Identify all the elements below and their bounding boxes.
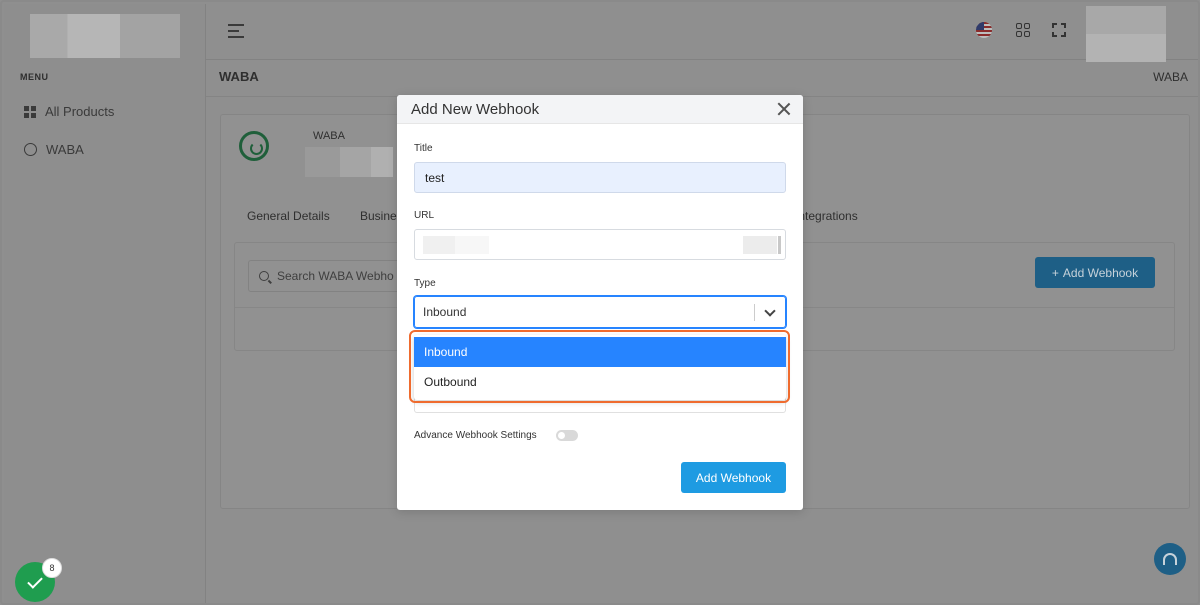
- type-select[interactable]: Inbound: [414, 296, 786, 328]
- plus-icon: +: [1051, 265, 1059, 280]
- type-select-value: Inbound: [423, 305, 467, 319]
- add-webhook-modal: Add New Webhook Title test URL Type Inbo…: [397, 95, 803, 510]
- page-title: WABA: [219, 69, 259, 84]
- menu-label: MENU: [20, 72, 49, 82]
- whatsapp-icon: [24, 143, 37, 156]
- user-avatar[interactable]: [1086, 6, 1166, 62]
- headset-icon[interactable]: [1154, 543, 1186, 575]
- title-input[interactable]: test: [414, 162, 786, 193]
- url-input[interactable]: [414, 229, 786, 260]
- us-flag-icon[interactable]: [976, 22, 992, 38]
- title-label: Title: [414, 143, 433, 154]
- modal-header: Add New Webhook: [397, 95, 803, 124]
- advance-settings-label: Advance Webhook Settings: [414, 430, 537, 441]
- modal-title: Add New Webhook: [411, 101, 540, 118]
- grid-icon: [24, 105, 36, 118]
- advance-settings-toggle[interactable]: [556, 430, 578, 441]
- sidebar: MENU All Products WABA: [4, 4, 206, 603]
- whatsapp-icon: [239, 131, 269, 161]
- add-webhook-button[interactable]: + Add Webhook: [1035, 257, 1155, 288]
- redacted-text: [743, 236, 781, 254]
- fullscreen-icon[interactable]: [1052, 23, 1066, 37]
- top-bar: [206, 4, 1198, 62]
- highlight-annotation: [409, 330, 790, 403]
- tab-integrations[interactable]: Integrations: [795, 209, 858, 223]
- type-label: Type: [414, 278, 436, 289]
- sidebar-item-label: All Products: [45, 104, 115, 119]
- add-webhook-label: Add Webhook: [1062, 265, 1139, 280]
- breadcrumb: WABA: [1153, 70, 1188, 84]
- search-placeholder: Search WABA Webho: [277, 269, 394, 283]
- add-webhook-submit-button[interactable]: Add Webhook: [681, 462, 786, 493]
- menu-icon[interactable]: [228, 24, 246, 42]
- waba-number: [305, 147, 393, 177]
- redacted-text: [423, 236, 455, 254]
- logo: [30, 14, 180, 58]
- sidebar-item-all-products[interactable]: All Products: [24, 104, 114, 119]
- chevron-down-icon[interactable]: [764, 305, 776, 317]
- tab-general-details[interactable]: General Details: [247, 209, 330, 223]
- redacted-text: [455, 236, 489, 254]
- search-icon: [259, 271, 269, 281]
- page-header: WABA WABA: [206, 61, 1198, 97]
- sidebar-item-label: WABA: [46, 142, 84, 157]
- apps-icon[interactable]: [1016, 23, 1030, 37]
- sidebar-item-waba[interactable]: WABA: [24, 142, 84, 157]
- waba-name: WABA: [313, 130, 345, 142]
- url-label: URL: [414, 210, 435, 221]
- select-separator: [754, 304, 755, 321]
- close-icon[interactable]: [777, 102, 791, 116]
- count-badge: 8: [42, 558, 62, 578]
